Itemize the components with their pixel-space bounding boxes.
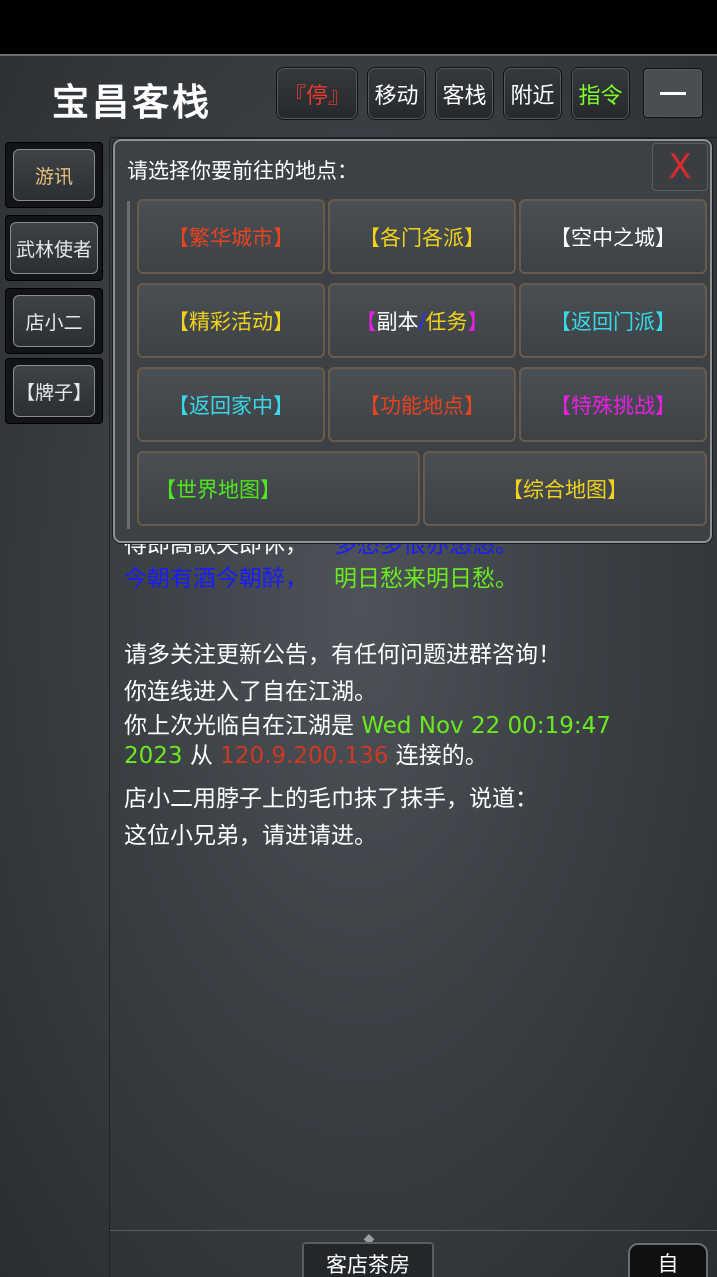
minimize-button[interactable]: [643, 68, 703, 118]
log-line-poem: 今朝有酒今朝醉， 明日愁来明日愁。: [124, 560, 518, 598]
status-bar: [0, 0, 717, 54]
option-label: 【空中之城】: [550, 225, 676, 250]
option-label: /: [418, 308, 426, 333]
log-text: 你上次光临自在江湖是: [124, 713, 362, 739]
minus-icon: [660, 91, 686, 95]
log-line-last-visit: 你上次光临自在江湖是 Wed Nov 22 00:19:47 2023 从 12…: [124, 711, 611, 771]
option-city[interactable]: 【繁华城市】: [137, 199, 325, 274]
sidebar-item-label: 游讯: [13, 149, 95, 201]
option-label: 【综合地图】: [502, 477, 628, 502]
option-sects[interactable]: 【各门各派】: [328, 199, 516, 274]
log-time: 2023: [124, 743, 183, 769]
divider: [0, 54, 717, 56]
option-dungeon-quest[interactable]: 【副本 / 任务】: [328, 283, 516, 358]
option-label: 【世界地图】: [155, 477, 281, 502]
option-label: 【返回门派】: [550, 309, 676, 334]
divider: [110, 137, 717, 138]
option-label: 【返回家中】: [168, 393, 294, 418]
close-button[interactable]: X: [652, 143, 708, 191]
sidebar-item-waiter[interactable]: 店小二: [5, 288, 103, 354]
log-time: Wed Nov 22 00:19:47: [361, 713, 611, 739]
option-return-sect[interactable]: 【返回门派】: [519, 283, 707, 358]
log-line: 这位小兄弟，请进请进。: [124, 823, 377, 849]
dialog-title: 请选择你要前往的地点：: [127, 159, 358, 183]
stop-button[interactable]: 『停』: [276, 67, 358, 120]
option-label: 【各门各派】: [359, 225, 485, 250]
option-label: 【繁华城市】: [168, 225, 294, 250]
log-text: 明日愁来明日愁。: [334, 566, 518, 592]
divider: [127, 201, 130, 529]
option-label: 】: [467, 309, 489, 334]
option-label: 【: [355, 309, 377, 334]
sidebar-item-tag[interactable]: 【牌子】: [5, 358, 103, 424]
room-button[interactable]: 客店茶房: [302, 1242, 434, 1277]
option-label: 任务: [425, 309, 468, 334]
option-return-home[interactable]: 【返回家中】: [137, 367, 325, 442]
nearby-button[interactable]: 附近: [503, 67, 562, 120]
log-ip: 120.9.200.136: [220, 743, 389, 769]
option-sky-city[interactable]: 【空中之城】: [519, 199, 707, 274]
game-screen: 宝昌客栈 『停』 移动 客栈 附近 指令 游讯 武林使者 店小二 【牌子】 得即…: [0, 0, 717, 1277]
option-label: 【功能地点】: [359, 393, 485, 418]
option-world-map[interactable]: 【世界地图】: [137, 451, 420, 526]
divider: [110, 1230, 717, 1231]
log-text: 从: [182, 743, 221, 769]
log-text: 今朝有酒今朝醉，: [124, 566, 308, 592]
option-label: 【精彩活动】: [168, 309, 294, 334]
destination-dialog: 请选择你要前往的地点： X 【繁华城市】 【各门各派】 【空中之城】 【精彩活动…: [113, 139, 712, 543]
option-function-places[interactable]: 【功能地点】: [328, 367, 516, 442]
option-events[interactable]: 【精彩活动】: [137, 283, 325, 358]
inn-button[interactable]: 客栈: [435, 67, 494, 120]
option-overall-map[interactable]: 【综合地图】: [423, 451, 707, 526]
sidebar-item-label: 【牌子】: [13, 365, 95, 417]
log-line: 店小二用脖子上的毛巾抹了抹手，说道：: [124, 786, 538, 812]
log-line: 你连线进入了自在江湖。: [124, 679, 377, 705]
option-label: 【特殊挑战】: [550, 393, 676, 418]
location-title: 宝昌客栈: [52, 81, 212, 124]
sidebar-item-envoy[interactable]: 武林使者: [5, 215, 103, 281]
option-special-challenge[interactable]: 【特殊挑战】: [519, 367, 707, 442]
option-label: 副本: [376, 309, 419, 334]
auto-button[interactable]: 自: [628, 1243, 708, 1277]
close-icon: X: [668, 147, 692, 187]
sidebar-item-news[interactable]: 游讯: [5, 142, 103, 208]
sidebar-item-label: 武林使者: [10, 222, 98, 274]
command-button[interactable]: 指令: [571, 67, 630, 120]
log-text: 连接的。: [388, 743, 488, 769]
sidebar-item-label: 店小二: [13, 295, 95, 347]
move-button[interactable]: 移动: [367, 67, 426, 120]
log-line: 请多关注更新公告，有任何问题进群咨询！: [124, 642, 561, 668]
